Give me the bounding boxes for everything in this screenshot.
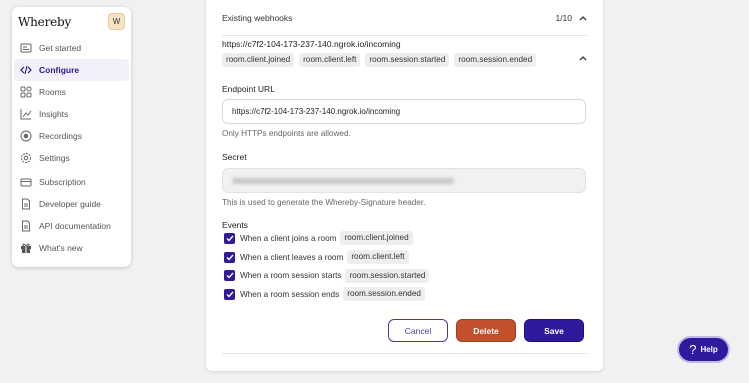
sidebar-item-get-started[interactable]: Get started (14, 37, 129, 59)
webhook-url-title[interactable]: https://c7f2-104-173-237-140.ngrok.io/in… (222, 39, 401, 49)
webhooks-card: Existing webhooks 1/10 https://c7f2-104-… (206, 0, 603, 371)
event-code: room.client.joined (340, 231, 413, 246)
sidebar-item-label: Developer guide (39, 199, 101, 209)
webhook-count: 1/10 (555, 12, 572, 23)
cancel-button[interactable]: Cancel (388, 319, 448, 342)
event-label: When a client joins a room (240, 233, 337, 243)
secret-field[interactable] (222, 168, 586, 193)
existing-webhooks-header[interactable]: Existing webhooks 1/10 (222, 0, 587, 36)
sidebar-item-label: API documentation (39, 221, 111, 231)
sidebar-item-label: Settings (39, 153, 70, 163)
sidebar-nav: Get started Configure Rooms Insights Rec… (14, 37, 129, 259)
sidebar-item-settings[interactable]: Settings (14, 147, 129, 169)
sidebar-item-label: Insights (39, 109, 69, 119)
gear-icon (20, 152, 32, 164)
code-icon (20, 64, 32, 76)
rooms-icon (20, 86, 32, 98)
get-started-icon (20, 42, 32, 54)
whereby-logo[interactable]: Whereby (18, 15, 71, 29)
secret-label: Secret (222, 152, 247, 162)
event-label: When a room session starts (240, 271, 342, 281)
endpoint-url-input[interactable]: https://c7f2-104-173-237-140.ngrok.io/in… (222, 99, 586, 124)
delete-button[interactable]: Delete (456, 319, 516, 342)
event-option: When a client leaves a room room.client.… (224, 248, 429, 267)
sidebar: Whereby W Get started Configure Rooms In… (12, 7, 131, 267)
event-chip: room.session.started (365, 53, 450, 67)
sidebar-item-recordings[interactable]: Recordings (14, 125, 129, 147)
event-checkbox[interactable] (224, 232, 235, 244)
sidebar-item-insights[interactable]: Insights (14, 103, 129, 125)
sidebar-item-rooms[interactable]: Rooms (14, 81, 129, 103)
event-chip: room.client.joined (222, 53, 295, 67)
help-label: Help (700, 345, 718, 354)
chart-line-icon (20, 108, 32, 120)
webhook-event-chips: room.client.joined room.client.left room… (222, 53, 537, 67)
sidebar-item-configure[interactable]: Configure (14, 59, 129, 81)
event-option: When a room session starts room.session.… (224, 266, 430, 285)
sidebar-item-label: Recordings (39, 131, 82, 141)
endpoint-url-label: Endpoint URL (222, 84, 275, 94)
event-option: When a room session ends room.session.en… (224, 285, 429, 304)
event-label: When a room session ends (240, 289, 340, 299)
document-icon (20, 220, 32, 232)
event-code: room.client.left (347, 250, 409, 265)
avatar[interactable]: W (108, 13, 125, 30)
record-icon (20, 130, 32, 142)
secret-help-text: This is used to generate the Whereby-Sig… (222, 198, 426, 207)
sidebar-item-api-documentation[interactable]: API documentation (14, 215, 129, 237)
sidebar-item-label: Configure (39, 65, 80, 75)
events-list: When a client joins a room room.client.j… (224, 229, 430, 304)
help-button[interactable]: ? Help (677, 336, 730, 363)
sidebar-item-label: What's new (39, 243, 83, 253)
event-option: When a client joins a room room.client.j… (224, 229, 429, 248)
sidebar-item-label: Get started (39, 43, 82, 53)
document-icon (20, 198, 32, 210)
event-code: room.session.ended (343, 287, 425, 302)
gift-icon (20, 242, 32, 254)
sidebar-item-label: Subscription (39, 177, 86, 187)
event-checkbox[interactable] (224, 251, 235, 263)
event-chip: room.client.left (299, 53, 361, 67)
event-code: room.session.started (345, 268, 430, 283)
endpoint-help-text: Only HTTPs endpoints are allowed. (222, 129, 351, 138)
chevron-up-icon[interactable] (579, 13, 587, 23)
divider (222, 353, 587, 354)
sidebar-item-whats-new[interactable]: What's new (14, 237, 129, 259)
event-checkbox[interactable] (224, 270, 235, 282)
event-chip: room.session.ended (454, 53, 537, 67)
question-icon: ? (689, 342, 697, 357)
chevron-up-icon[interactable] (579, 48, 587, 66)
event-checkbox[interactable] (224, 288, 235, 300)
sidebar-item-subscription[interactable]: Subscription (14, 171, 129, 193)
secret-value-blurred (232, 178, 454, 184)
section-title: Existing webhooks (222, 12, 293, 23)
form-actions: Cancel Delete Save (388, 319, 584, 342)
sidebar-item-label: Rooms (39, 87, 66, 97)
sidebar-item-developer-guide[interactable]: Developer guide (14, 193, 129, 215)
card-icon (20, 176, 32, 188)
event-label: When a client leaves a room (240, 252, 344, 262)
save-button[interactable]: Save (524, 319, 584, 342)
